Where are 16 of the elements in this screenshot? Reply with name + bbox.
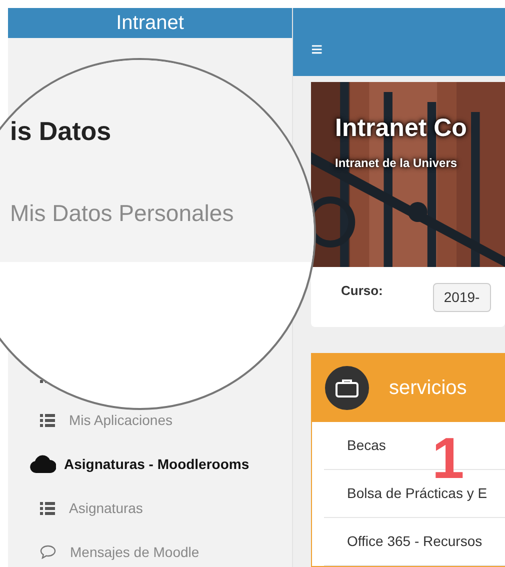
app-title: Intranet <box>8 8 292 38</box>
section-heading[interactable]: Asignaturas - Moodlerooms <box>64 454 250 474</box>
briefcase-icon <box>325 366 369 410</box>
section-heading: is Datos <box>10 116 112 148</box>
list-icon <box>40 414 55 426</box>
service-link[interactable]: Office 365 - Recursos <box>347 531 482 552</box>
list-icon <box>40 502 55 514</box>
service-link[interactable]: Becas <box>347 435 386 456</box>
chat-icon <box>40 545 56 559</box>
annotation-number: 1 <box>432 438 464 481</box>
field-label: Curso: <box>341 282 383 300</box>
course-select[interactable]: 2019- <box>432 283 491 312</box>
panel-title: servicios <box>389 376 467 401</box>
service-link[interactable]: Bolsa de Prácticas y E <box>347 483 488 504</box>
cloud-icon <box>30 455 56 473</box>
menu-button[interactable]: ≡ <box>311 40 323 60</box>
